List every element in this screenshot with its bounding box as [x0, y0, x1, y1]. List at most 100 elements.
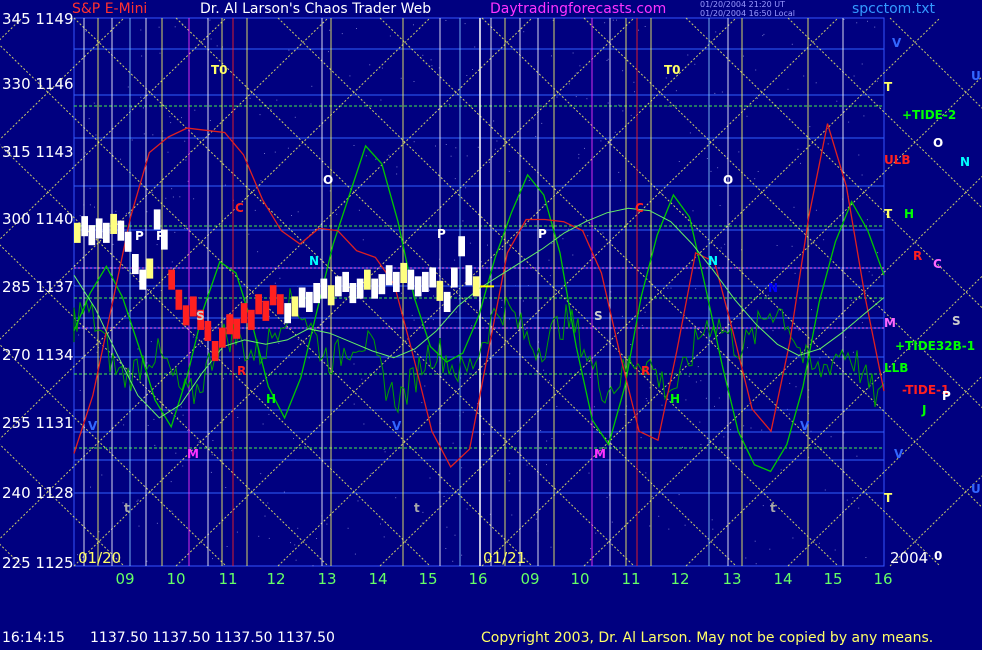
- star-dot: [719, 205, 721, 206]
- x-axis-tick-label: 13: [317, 570, 337, 588]
- star-dot: [454, 259, 456, 261]
- cycle-label: P: [437, 227, 446, 241]
- star-dot: [755, 563, 757, 565]
- star-dot: [723, 436, 725, 438]
- right-cycle-label: O: [933, 136, 944, 150]
- price-bar: [414, 276, 422, 297]
- star-dot: [445, 20, 447, 21]
- star-dot: [144, 95, 146, 97]
- star-dot: [297, 338, 299, 340]
- star-dot: [389, 35, 391, 37]
- cycle-label: R: [237, 364, 246, 378]
- star-dot: [264, 153, 265, 154]
- price-bar: [407, 269, 415, 290]
- star-dot: [180, 406, 182, 408]
- star-dot: [745, 557, 747, 559]
- price-bar: [335, 276, 342, 297]
- star-dot: [365, 155, 367, 157]
- star-dot: [721, 91, 723, 93]
- star-dot: [157, 266, 159, 268]
- star-dot: [595, 532, 597, 534]
- x-axis-tick-label: 13: [722, 570, 742, 588]
- x-axis-tick-label: 15: [823, 570, 843, 588]
- star-dot: [171, 188, 173, 190]
- cycle-label: O: [723, 173, 733, 187]
- star-dot: [700, 444, 702, 445]
- star-dot: [549, 380, 550, 382]
- star-dot: [98, 531, 100, 533]
- star-dot: [863, 115, 865, 117]
- cycle-label: H: [266, 392, 276, 406]
- star-dot: [743, 55, 744, 57]
- star-dot: [795, 386, 797, 388]
- star-dot: [604, 22, 606, 24]
- star-dot: [846, 499, 848, 501]
- star-dot: [146, 211, 148, 213]
- cycle-label: R: [641, 364, 650, 378]
- price-bar: [219, 327, 226, 348]
- star-dot: [508, 480, 510, 482]
- right-cycle-label: N: [960, 155, 971, 169]
- star-dot: [845, 336, 847, 338]
- star-dot: [629, 422, 631, 423]
- star-dot: [268, 537, 270, 539]
- right-cycle-label: R: [913, 249, 923, 263]
- star-dot: [156, 244, 158, 246]
- price-bar: [117, 220, 125, 241]
- star-dot: [445, 144, 447, 145]
- star-dot: [455, 311, 457, 313]
- star-dot: [383, 449, 385, 450]
- star-dot: [452, 560, 454, 562]
- price-bar: [458, 236, 465, 257]
- star-dot: [192, 336, 194, 338]
- x-axis-tick-label: 09: [115, 570, 135, 588]
- star-dot: [237, 417, 239, 418]
- cycle-label: U: [971, 482, 981, 496]
- star-dot: [260, 180, 262, 182]
- star-dot: [717, 167, 719, 169]
- star-dot: [532, 118, 534, 120]
- session-date-label: 01/20: [78, 549, 122, 567]
- star-dot: [316, 538, 317, 539]
- x-axis-tick-label: 10: [166, 570, 186, 588]
- price-bar: [400, 262, 407, 283]
- price-bar: [306, 291, 313, 312]
- star-dot: [866, 219, 868, 221]
- star-dot: [607, 102, 609, 104]
- star-dot: [347, 527, 349, 529]
- star-dot: [472, 69, 473, 70]
- star-dot: [362, 239, 364, 241]
- star-dot: [274, 282, 276, 284]
- y-axis-label: 300 1140: [2, 210, 74, 228]
- star-dot: [541, 122, 543, 124]
- cycle-label: N: [708, 254, 718, 268]
- star-dot: [700, 380, 702, 382]
- star-dot: [143, 133, 145, 135]
- right-cycle-label: P: [942, 389, 951, 403]
- star-dot: [757, 97, 758, 99]
- star-dot: [174, 26, 176, 28]
- star-dot: [488, 161, 490, 163]
- header-site[interactable]: Daytradingforecasts.com: [490, 1, 666, 17]
- diagonal-line-down: [685, 17, 982, 309]
- cycle-label: t: [414, 501, 420, 515]
- right-cycle-label: S: [952, 314, 961, 328]
- x-axis-tick-label: 14: [368, 570, 388, 588]
- star-dot: [528, 179, 530, 181]
- star-dot: [551, 243, 553, 245]
- footer-copyright: Copyright 2003, Dr. Al Larson. May not b…: [481, 630, 934, 646]
- star-dot: [645, 472, 647, 474]
- price-bar: [349, 283, 357, 304]
- x-axis-tick-label: 12: [266, 570, 286, 588]
- star-dot: [743, 425, 745, 427]
- star-dot: [432, 319, 434, 321]
- star-dot: [848, 121, 850, 123]
- star-dot: [593, 406, 595, 408]
- star-dot: [715, 31, 717, 33]
- star-dot: [644, 26, 646, 27]
- star-dot: [278, 342, 280, 344]
- star-dot: [548, 259, 550, 261]
- star-dot: [602, 232, 604, 234]
- star-dot: [474, 46, 476, 48]
- star-dot: [248, 233, 250, 235]
